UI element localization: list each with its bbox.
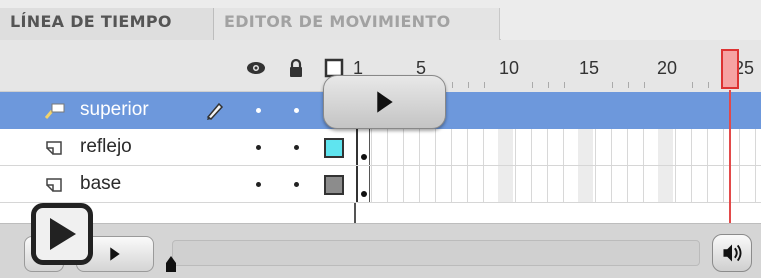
ruler-tick [628, 82, 629, 88]
layer-name[interactable]: reflejo [80, 136, 132, 158]
empty-layer-area [0, 203, 761, 223]
frame-shade [658, 129, 673, 165]
visibility-toggle[interactable] [256, 108, 261, 113]
ruler-label-10: 10 [498, 58, 520, 78]
ruler-tick [452, 82, 453, 88]
ruler-tick [612, 82, 613, 88]
layer-name[interactable]: superior [80, 99, 149, 121]
keyframe[interactable] [356, 129, 370, 165]
play-icon [377, 91, 393, 113]
overlay-play-button-large[interactable] [31, 203, 93, 265]
layer-row-reflejo[interactable]: reflejo [0, 129, 356, 166]
frame-shade [498, 129, 513, 165]
layer-masked-icon [46, 178, 62, 192]
frame-row-reflejo[interactable] [356, 129, 761, 166]
tab-timeline[interactable]: LÍNEA DE TIEMPO [0, 8, 214, 40]
layer-row-superior[interactable]: superior [0, 92, 356, 129]
layer-guide-icon [44, 103, 65, 119]
ruler-tick [484, 82, 485, 88]
lock-toggle[interactable] [294, 182, 299, 187]
outline-color-swatch[interactable] [324, 138, 344, 158]
ruler-tick [468, 82, 469, 88]
ruler-label-20: 20 [656, 58, 678, 78]
layer-name[interactable]: base [80, 173, 121, 195]
frame-shade [578, 166, 593, 202]
ruler-tick [692, 82, 693, 88]
sound-button[interactable] [712, 234, 752, 272]
keyframe[interactable] [356, 166, 370, 202]
panel-tab-bar: LÍNEA DE TIEMPO EDITOR DE MOVIMIENTO [0, 0, 761, 40]
scrollbar-thumb[interactable] [164, 254, 178, 274]
speaker-icon [723, 244, 742, 262]
pencil-icon [206, 102, 224, 120]
frame-row-base[interactable] [356, 166, 761, 203]
play-icon [50, 218, 76, 250]
tab-motion-editor[interactable]: EDITOR DE MOVIMIENTO [214, 8, 500, 40]
playhead-handle[interactable] [721, 49, 739, 89]
frame-shade [498, 166, 513, 202]
frame-shade [658, 166, 673, 202]
visibility-toggle[interactable] [256, 182, 261, 187]
overlay-play-button-top[interactable] [323, 75, 446, 129]
lock-toggle[interactable] [294, 145, 299, 150]
ruler-tick [564, 82, 565, 88]
lock-icon[interactable] [286, 58, 306, 78]
tab-bar-filler [501, 8, 761, 40]
frame-shade [578, 129, 593, 165]
outline-color-swatch[interactable] [324, 175, 344, 195]
ruler-label-15: 15 [578, 58, 600, 78]
visibility-toggle[interactable] [256, 145, 261, 150]
layer-masked-icon [46, 141, 62, 155]
ruler-tick [548, 82, 549, 88]
ruler-tick [532, 82, 533, 88]
eye-icon[interactable] [246, 58, 266, 78]
frame-divider [354, 203, 356, 223]
lock-toggle[interactable] [294, 108, 299, 113]
ruler-tick [708, 82, 709, 88]
ruler-tick [644, 82, 645, 88]
frame-scrollbar[interactable] [172, 240, 700, 266]
playhead-line [729, 90, 731, 223]
layer-row-base[interactable]: base [0, 166, 356, 203]
